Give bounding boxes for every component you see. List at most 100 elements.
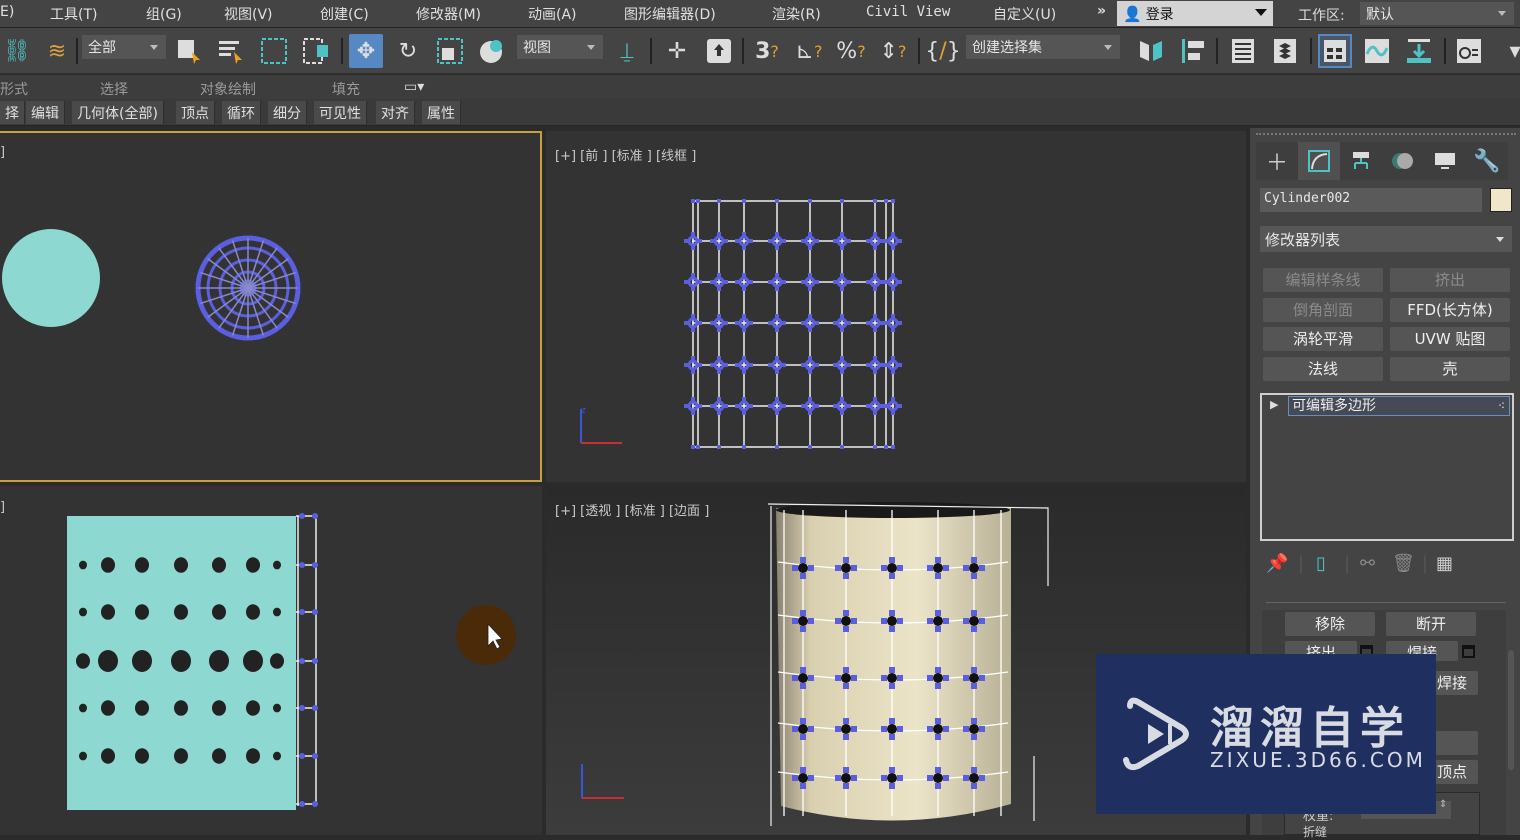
ribbon-tab-subdivision[interactable]: 细分 <box>268 101 307 124</box>
window-crossing-icon[interactable] <box>299 34 333 68</box>
tab-motion[interactable] <box>1382 142 1424 180</box>
ribbon-tab-align[interactable]: 对齐 <box>376 101 415 124</box>
spinner-arrows-icon[interactable]: ⇕ <box>1439 799 1447 810</box>
break-button[interactable]: 断开 <box>1386 612 1476 636</box>
tab-hierarchy[interactable] <box>1340 142 1382 180</box>
layer-explorer-icon[interactable] <box>1268 34 1302 68</box>
named-selection-dropdown[interactable]: 创建选择集 <box>966 35 1120 59</box>
configure-modifier-sets-icon[interactable]: ▦ <box>1436 553 1453 574</box>
scene-explorer-icon[interactable] <box>1226 34 1260 68</box>
menu-graph-editors[interactable]: 图形编辑器(D) <box>624 4 716 24</box>
modify-icon <box>1308 150 1330 172</box>
menu-rendering[interactable]: 渲染(R) <box>772 4 821 24</box>
modifier-button-extrude[interactable]: 挤出 <box>1390 268 1510 292</box>
render-setup-icon[interactable]: ▾ <box>1498 34 1520 68</box>
panel-scrollbar[interactable] <box>1508 650 1514 770</box>
select-and-scale-icon[interactable] <box>433 34 467 68</box>
menu-tools[interactable]: 工具(T) <box>50 4 97 24</box>
ribbon-group-object-paint[interactable]: 对象绘制 <box>200 79 256 99</box>
rectangular-selection-icon[interactable] <box>257 34 291 68</box>
modifier-button-bevel-profile[interactable]: 倒角剖面 <box>1263 298 1383 322</box>
viewport-top-left[interactable]: ] <box>0 131 542 482</box>
stack-item-editable-poly[interactable]: 可编辑多边形 ⁖ <box>1288 396 1510 416</box>
toolbar-separator <box>1216 38 1218 64</box>
modifier-button-turbosmooth[interactable]: 涡轮平滑 <box>1263 327 1383 351</box>
align-icon[interactable] <box>1176 34 1210 68</box>
panel-drag-handle[interactable] <box>1256 133 1516 137</box>
schematic-view-icon[interactable] <box>1402 34 1436 68</box>
keyboard-shortcut-override-icon[interactable]: ✛ <box>660 34 694 68</box>
edit-named-selection-icon[interactable]: {/} <box>925 34 960 68</box>
workspace-select[interactable]: 默认 <box>1360 2 1514 25</box>
expand-triangle-icon[interactable]: ▶ <box>1270 398 1278 411</box>
percent-snap-icon[interactable]: %? <box>834 34 868 68</box>
reference-coord-value: 视图 <box>523 40 551 56</box>
monitor-icon <box>1435 153 1455 169</box>
viewport-front[interactable]: [+] [前 ] [标准 ] [线框 ] z <box>546 131 1246 482</box>
menu-edit[interactable]: E) <box>0 4 14 20</box>
ribbon-group-select[interactable]: 选择 <box>100 79 128 99</box>
spinner-snap-icon[interactable]: ⇕? <box>876 34 910 68</box>
angle-snap-icon[interactable]: ⊾? <box>792 34 826 68</box>
ribbon-tab-selection[interactable]: 择 <box>0 101 25 124</box>
tab-modify[interactable] <box>1298 142 1340 180</box>
ribbon-tab-loops[interactable]: 循环 <box>222 101 261 124</box>
ribbon-tab-properties[interactable]: 属性 <box>422 101 461 124</box>
object-color-swatch[interactable] <box>1490 188 1512 212</box>
bind-space-warp-icon[interactable]: ≋ <box>40 34 74 68</box>
wrench-icon: 🔧 <box>1473 148 1501 174</box>
workspace-value: 默认 <box>1366 7 1394 23</box>
snap-3d-icon[interactable]: 3? <box>750 34 784 68</box>
tab-create[interactable]: ＋ <box>1256 142 1298 180</box>
menu-overflow-button[interactable]: » <box>1097 3 1106 19</box>
ribbon-group-form[interactable]: 形式 <box>0 79 28 99</box>
unlink-icon[interactable]: ⛓ <box>0 34 34 68</box>
menu-views[interactable]: 视图(V) <box>224 4 273 24</box>
remove-modifier-icon[interactable]: 🗑 <box>1392 553 1415 574</box>
select-and-rotate-icon[interactable]: ↻ <box>391 34 425 68</box>
weld-settings-icon[interactable] <box>1462 645 1475 658</box>
ribbon-group-populate[interactable]: 填充 <box>332 79 360 99</box>
snaps-toggle-icon[interactable] <box>702 34 736 68</box>
login-dropdown[interactable]: 👤 登录 <box>1117 1 1273 26</box>
modifier-button-ffd-box[interactable]: FFD(长方体) <box>1390 298 1510 322</box>
ribbon-tab-visibility[interactable]: 可见性 <box>314 101 367 124</box>
select-object-icon[interactable] <box>172 34 206 68</box>
ribbon-options-icon[interactable]: ▭▾ <box>404 79 424 95</box>
make-unique-icon[interactable]: ⚯ <box>1360 553 1375 574</box>
modifier-button-shell[interactable]: 壳 <box>1390 357 1510 381</box>
modifier-list-dropdown[interactable]: 修改器列表 <box>1260 226 1512 252</box>
ribbon-tab-geometry-all[interactable]: 几何体(全部) <box>72 101 164 124</box>
select-by-name-icon[interactable] <box>214 34 248 68</box>
pivot-center-icon[interactable]: ⍊ <box>610 34 644 68</box>
show-end-result-icon[interactable]: ▯ <box>1316 553 1326 574</box>
select-and-move-icon[interactable]: ✥ <box>349 34 383 68</box>
placement-icon[interactable] <box>475 34 509 68</box>
curve-editor-icon[interactable] <box>1360 34 1394 68</box>
ribbon-tab-vertices[interactable]: 顶点 <box>176 101 215 124</box>
menu-group[interactable]: 组(G) <box>146 4 182 24</box>
object-name-field[interactable]: Cylinder002 <box>1260 188 1482 212</box>
menu-civil-view[interactable]: Civil View <box>866 4 950 20</box>
ribbon-tab-edit[interactable]: 编辑 <box>26 101 65 124</box>
pin-stack-icon[interactable]: 📌 <box>1266 553 1288 574</box>
remove-button[interactable]: 移除 <box>1285 612 1375 636</box>
mirror-icon[interactable] <box>1134 34 1168 68</box>
modifier-button-edit-spline[interactable]: 编辑样条线 <box>1263 268 1383 292</box>
toolbar-separator <box>650 38 652 64</box>
viewport-left[interactable]: ] <box>0 486 542 835</box>
toolbar-separator <box>1444 38 1446 64</box>
reference-coord-dropdown[interactable]: 视图 <box>517 35 603 59</box>
tab-utilities[interactable]: 🔧 <box>1466 142 1508 180</box>
menu-customize[interactable]: 自定义(U) <box>993 4 1056 24</box>
menu-modifiers[interactable]: 修改器(M) <box>416 4 481 24</box>
tab-display[interactable] <box>1424 142 1466 180</box>
menu-create[interactable]: 创建(C) <box>320 4 369 24</box>
material-editor-icon[interactable] <box>1452 34 1486 68</box>
modifier-button-uvw-map[interactable]: UVW 贴图 <box>1390 327 1510 351</box>
selection-filter-dropdown[interactable]: 全部 <box>82 35 166 59</box>
axis-gizmo <box>581 764 624 799</box>
modifier-button-normal[interactable]: 法线 <box>1263 357 1383 381</box>
toggle-ribbon-icon[interactable] <box>1318 34 1352 68</box>
menu-animation[interactable]: 动画(A) <box>528 4 577 24</box>
